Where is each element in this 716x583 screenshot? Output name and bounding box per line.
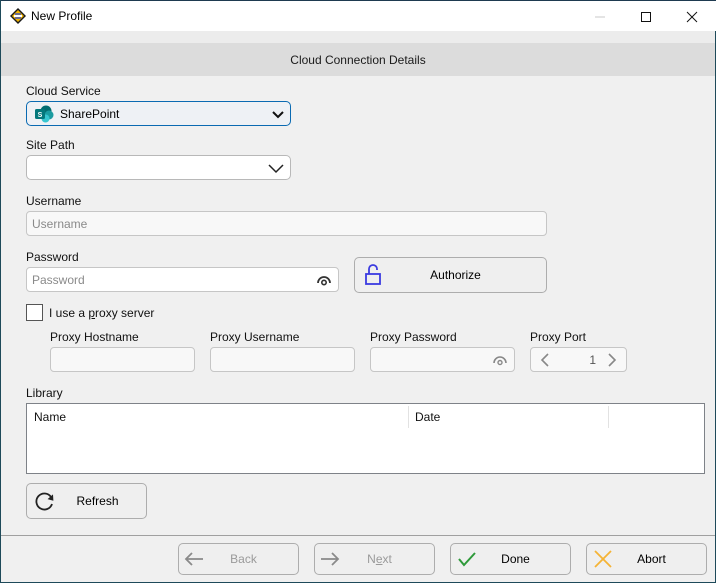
proxy-checkbox[interactable]	[26, 304, 43, 321]
username-label: Username	[26, 194, 82, 208]
done-label: Done	[501, 552, 530, 566]
password-label: Password	[26, 250, 79, 264]
proxy-port-stepper[interactable]: 1	[530, 347, 627, 372]
password-input[interactable]: Password	[26, 267, 339, 292]
maximize-icon	[641, 11, 651, 22]
cloud-service-label: Cloud Service	[26, 84, 101, 98]
username-placeholder: Username	[32, 217, 88, 231]
abort-button[interactable]: Abort	[586, 543, 707, 575]
cloud-service-select[interactable]: S SharePoint	[26, 101, 291, 126]
minimize-icon	[595, 16, 605, 17]
username-input[interactable]: Username	[26, 211, 547, 236]
next-label-part: xt	[382, 552, 392, 566]
close-button[interactable]	[669, 1, 715, 32]
proxy-username-input[interactable]	[210, 347, 355, 372]
chevron-right-icon[interactable]	[607, 352, 617, 368]
library-list[interactable]: Name Date	[26, 403, 705, 474]
next-label-mnemonic: e	[375, 552, 383, 566]
password-placeholder: Password	[32, 273, 85, 287]
proxy-hostname-input[interactable]	[50, 347, 195, 372]
proxy-port-value: 1	[589, 353, 596, 367]
section-title: Cloud Connection Details	[290, 52, 426, 67]
refresh-button[interactable]: Refresh	[26, 483, 147, 519]
sharepoint-icon: S	[35, 105, 54, 123]
proxy-label-part: I use a	[49, 306, 89, 320]
library-label: Library	[26, 386, 63, 400]
eye-icon[interactable]	[316, 274, 332, 286]
proxy-username-label: Proxy Username	[210, 330, 300, 344]
close-icon	[686, 11, 698, 22]
next-label: Next	[315, 552, 434, 566]
new-profile-dialog: New Profile Cloud Connection Details Clo…	[0, 0, 716, 583]
title-bar[interactable]: New Profile	[1, 0, 716, 31]
done-button[interactable]: Done	[450, 543, 571, 575]
column-date-label: Date	[415, 410, 441, 424]
back-label: Back	[230, 552, 257, 566]
column-header-extra[interactable]	[608, 404, 704, 430]
chevron-down-icon	[272, 111, 284, 119]
minimize-button[interactable]	[577, 1, 623, 32]
cloud-service-value: SharePoint	[60, 107, 120, 121]
maximize-button[interactable]	[623, 1, 669, 32]
proxy-password-input[interactable]	[370, 347, 515, 372]
chevron-down-icon	[268, 164, 284, 174]
proxy-checkbox-label[interactable]: I use a proxy server	[49, 306, 154, 320]
authorize-button[interactable]: Authorize	[354, 257, 547, 293]
abort-label: Abort	[637, 552, 666, 566]
proxy-password-label: Proxy Password	[370, 330, 457, 344]
column-name-label: Name	[34, 410, 67, 424]
section-header: Cloud Connection Details	[1, 43, 715, 76]
column-header-date[interactable]: Date	[408, 404, 608, 430]
authorize-label: Authorize	[430, 268, 481, 282]
site-path-label: Site Path	[26, 138, 75, 152]
column-header-name[interactable]: Name	[27, 404, 408, 430]
refresh-label: Refresh	[76, 494, 119, 508]
chevron-left-icon[interactable]	[540, 352, 550, 368]
site-path-select[interactable]	[26, 155, 291, 180]
next-button[interactable]: Next	[314, 543, 435, 575]
header-band	[1, 31, 715, 43]
proxy-port-label: Proxy Port	[530, 330, 587, 344]
window-title: New Profile	[31, 9, 93, 23]
proxy-hostname-label: Proxy Hostname	[50, 330, 139, 344]
proxy-label-part: roxy server	[95, 306, 155, 320]
svg-text:S: S	[38, 112, 43, 119]
eye-icon[interactable]	[492, 354, 508, 366]
back-button[interactable]: Back	[178, 543, 299, 575]
app-logo-icon	[10, 8, 26, 24]
next-label-part: N	[367, 552, 376, 566]
